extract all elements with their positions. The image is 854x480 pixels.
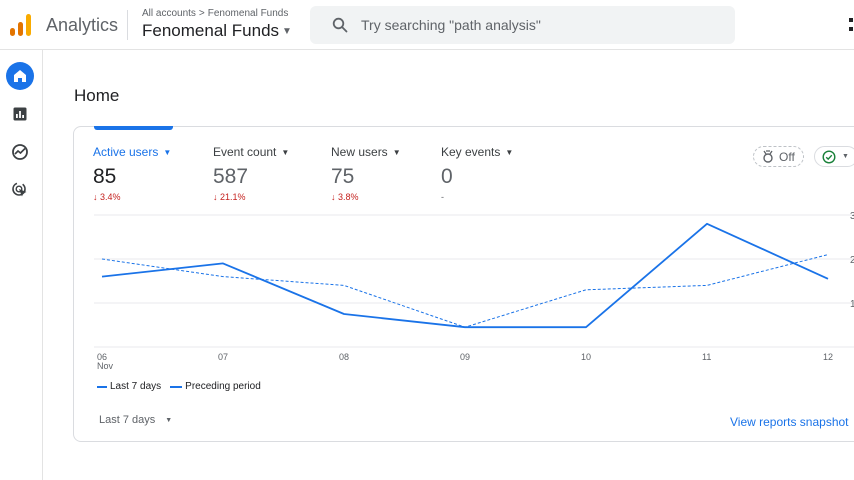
legend-item-last-7-days: Last 7 days [97,381,161,392]
legend-item-preceding-period: Preceding period [170,381,261,392]
x-tick-label: 10 [581,352,591,362]
x-tick-label: 07 [218,352,228,362]
legend-swatch-solid [97,385,107,388]
y-tick-label: 1 [850,299,854,310]
dropdown-arrow-icon: ▼ [281,148,290,157]
metric-tab-new-users[interactable]: New users ▼ 75 ↓ 3.8% [331,145,401,202]
chevron-down-icon: ▼ [842,153,849,160]
date-range-label: Last 7 days [99,414,156,426]
active-metric-indicator [94,126,173,130]
x-tick-label: 11 [702,352,711,362]
page-title: Home [74,86,120,105]
breadcrumb-separator: > [198,8,205,19]
insights-state: Off [779,149,795,164]
breadcrumb-item-account[interactable]: Fenomenal Funds [208,8,289,19]
property-selector[interactable]: Fenomenal Funds ▼ [142,21,292,41]
date-range-selector[interactable]: Last 7 days ▼ [99,414,172,426]
dropdown-arrow-icon: ▼ [392,148,401,157]
x-tick-label: 12 [823,352,833,362]
metric-tab-active-users[interactable]: Active users ▼ 85 ↓ 3.4% [93,145,171,202]
search-input[interactable]: Try searching "path analysis" [361,17,541,33]
insights-icon [763,149,773,163]
breadcrumb[interactable]: All accounts > Fenomenal Funds [142,8,288,19]
nav-item-reports[interactable] [6,100,34,128]
metric-tab-event-count[interactable]: Event count ▼ 587 ↓ 21.1% [213,145,289,202]
dropdown-arrow-icon: ▼ [165,417,173,424]
search-bar[interactable]: Try searching "path analysis" [310,6,735,44]
analytics-logo-icon[interactable] [9,13,33,37]
metric-label: Active users ▼ [93,145,172,159]
nav-item-home[interactable] [6,62,34,90]
app-name: Analytics [46,15,119,35]
metric-label: New users ▼ [331,145,401,159]
metric-value: 587 [213,165,249,188]
insights-toggle-chip[interactable]: Off [753,146,804,167]
chart-legend: Last 7 days Preceding period [97,381,270,392]
search-icon [332,17,348,33]
breadcrumb-item-accounts[interactable]: All accounts [142,8,196,19]
dropdown-arrow-icon: ▼ [505,148,514,157]
metric-change: ↓ 3.8% [331,192,359,202]
explore-icon [12,144,28,160]
legend-label: Preceding period [185,381,261,392]
reports-icon [13,107,27,121]
metric-change: ↓ 21.1% [213,192,246,202]
chevron-down-icon: ▼ [282,26,292,37]
nav-item-explore[interactable] [6,138,34,166]
property-name: Fenomenal Funds [142,21,280,40]
status-chip[interactable]: ▼ [814,146,854,167]
home-icon [14,70,26,82]
x-tick-sublabel: Nov [97,361,114,371]
arrow-down-icon: ↓ [93,192,101,202]
dropdown-arrow-icon: ▼ [163,148,172,157]
line-chart: 32106 07 08 09 10 11 12Nov [94,211,854,371]
arrow-down-icon: ↓ [213,192,221,202]
metric-value: 75 [331,165,355,188]
check-circle-icon [822,149,836,164]
nav-item-advertising[interactable] [6,176,34,204]
y-tick-label: 2 [850,255,854,266]
x-tick-label: 09 [460,352,470,362]
top-app-bar: Analytics All accounts > Fenomenal Funds F… [0,0,854,50]
series-line-last-7-days [101,222,829,329]
view-reports-snapshot-link[interactable]: View reports snapshot [730,415,849,429]
metric-value: 85 [93,165,117,188]
metric-label: Event count ▼ [213,145,290,159]
metric-change: - [441,192,444,202]
advertising-icon [12,182,27,197]
metric-value: 0 [441,165,453,188]
y-tick-label: 3 [850,211,854,222]
header-divider [127,10,128,40]
metric-change: ↓ 3.4% [93,192,121,202]
metric-label: Key events ▼ [441,145,514,159]
x-tick-label: 08 [339,352,349,362]
left-navigation [0,50,43,480]
apps-grid-icon[interactable] [849,18,854,32]
metric-tab-key-events[interactable]: Key events ▼ 0 - [441,145,513,202]
legend-swatch-dashed [170,385,183,388]
legend-label: Last 7 days [110,381,162,392]
arrow-down-icon: ↓ [331,192,339,202]
